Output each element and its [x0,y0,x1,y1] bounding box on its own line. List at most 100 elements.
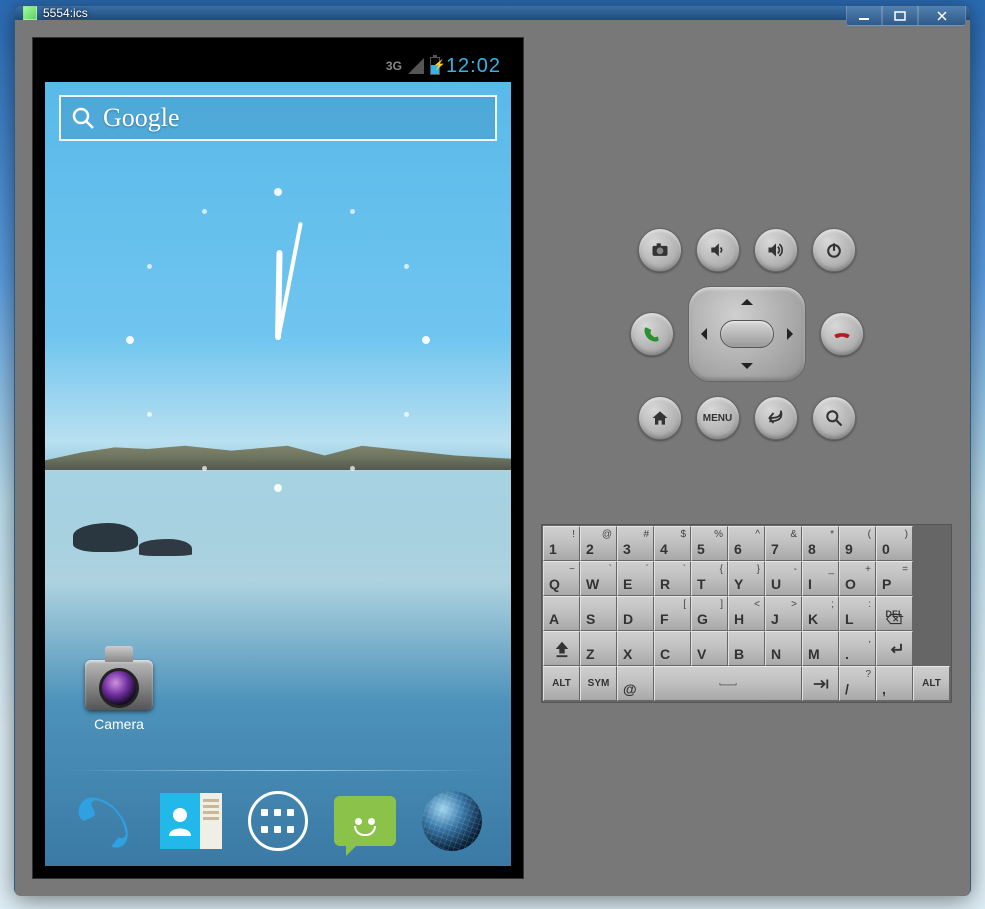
close-button[interactable] [918,6,966,26]
dpad-down[interactable] [741,363,753,375]
key-m[interactable]: M [802,631,839,666]
key-k[interactable]: K; [802,596,839,631]
key-shift[interactable] [543,631,580,666]
key-superscript: % [714,529,723,540]
menu-button[interactable]: MENU [696,396,740,440]
analog-clock-widget[interactable] [118,180,438,500]
content-area: 3G ⚡ 12:02 Google Camera [15,20,970,896]
key-comma[interactable]: , [876,666,913,701]
key-q[interactable]: Q~ [543,561,580,596]
key-i[interactable]: I_ [802,561,839,596]
key-0[interactable]: 0) [876,526,913,561]
call-button[interactable] [630,312,674,356]
dock-divider [65,770,491,771]
key-label: 2 [586,541,594,557]
camera-button[interactable] [638,228,682,272]
key-superscript: * [830,529,834,540]
key-label: @ [623,681,637,697]
key-sym[interactable]: SYM [580,666,617,701]
key-y[interactable]: Y} [728,561,765,596]
key-j[interactable]: J> [765,596,802,631]
back-button[interactable] [754,396,798,440]
device-screen[interactable]: 3G ⚡ 12:02 Google Camera [45,50,511,866]
home-button[interactable] [638,396,682,440]
key-slash[interactable]: /? [839,666,876,701]
key-.[interactable]: ., [839,631,876,666]
key-r[interactable]: R` [654,561,691,596]
key-superscript: < [754,599,760,610]
key-v[interactable]: V [691,631,728,666]
apps-drawer-button[interactable] [243,788,313,854]
key-8[interactable]: 8* [802,526,839,561]
messaging-app[interactable] [330,788,400,854]
call-icon [642,324,662,344]
phone-app[interactable] [69,788,139,854]
key-label: R [660,576,670,592]
end-call-icon [832,324,852,344]
wallpaper-rock [73,523,138,552]
contacts-app[interactable] [156,788,226,854]
google-search-widget[interactable]: Google [59,95,497,141]
key-t[interactable]: T{ [691,561,728,596]
key-a[interactable]: A [543,596,580,631]
key-7[interactable]: 7& [765,526,802,561]
key-label: A [549,611,559,627]
key-s[interactable]: S [580,596,617,631]
key-superscript: _ [828,564,834,575]
dpad-left[interactable] [695,328,707,340]
key-w[interactable]: W` [580,561,617,596]
dpad-center[interactable] [720,320,774,348]
key-6[interactable]: 6^ [728,526,765,561]
key-2[interactable]: 2@ [580,526,617,561]
key-5[interactable]: 5% [691,526,728,561]
key-p[interactable]: P= [876,561,913,596]
key-c[interactable]: C [654,631,691,666]
search-icon [824,408,844,428]
key-space[interactable] [654,666,802,701]
shift-icon [553,640,571,658]
key-label: 8 [808,541,816,557]
dpad-up[interactable] [741,293,753,305]
browser-app[interactable] [417,788,487,854]
key-enter[interactable] [876,631,913,666]
key-u[interactable]: U- [765,561,802,596]
key-l[interactable]: L: [839,596,876,631]
end-call-button[interactable] [820,312,864,356]
key-f[interactable]: F[ [654,596,691,631]
key-label: Z [586,646,595,662]
key-d[interactable]: D [617,596,654,631]
key-label: 1 [549,541,557,557]
status-bar[interactable]: 3G ⚡ 12:02 [45,50,511,82]
volume-down-button[interactable] [696,228,740,272]
camera-app-shortcut[interactable]: Camera [75,660,163,732]
key-alt-right[interactable]: ALT [913,666,950,701]
titlebar[interactable]: 5554:ics [15,6,970,20]
key-3[interactable]: 3# [617,526,654,561]
clock-marker [202,209,207,214]
search-button[interactable] [812,396,856,440]
power-button[interactable] [812,228,856,272]
key-g[interactable]: G] [691,596,728,631]
key-at[interactable]: @ [617,666,654,701]
key-4[interactable]: 4$ [654,526,691,561]
emulator-controls: MENU 1!2@3#4$5%6^7&8*9(0) Q~W`E´R`T{Y}U-… [541,38,952,878]
key-h[interactable]: H< [728,596,765,631]
key-1[interactable]: 1! [543,526,580,561]
key-alt-left[interactable]: ALT [543,666,580,701]
key-superscript: + [865,564,871,575]
maximize-button[interactable] [882,6,918,26]
key-n[interactable]: N [765,631,802,666]
key-superscript: & [790,529,797,540]
dpad-right[interactable] [787,328,799,340]
key-9[interactable]: 9( [839,526,876,561]
minimize-button[interactable] [846,6,882,26]
key-delete[interactable]: DEL [876,596,913,631]
key-e[interactable]: E´ [617,561,654,596]
key-z[interactable]: Z [580,631,617,666]
volume-up-button[interactable] [754,228,798,272]
key-b[interactable]: B [728,631,765,666]
key-x[interactable]: X [617,631,654,666]
key-superscript: { [720,564,723,575]
key-right-arrow[interactable] [802,666,839,701]
key-o[interactable]: O+ [839,561,876,596]
